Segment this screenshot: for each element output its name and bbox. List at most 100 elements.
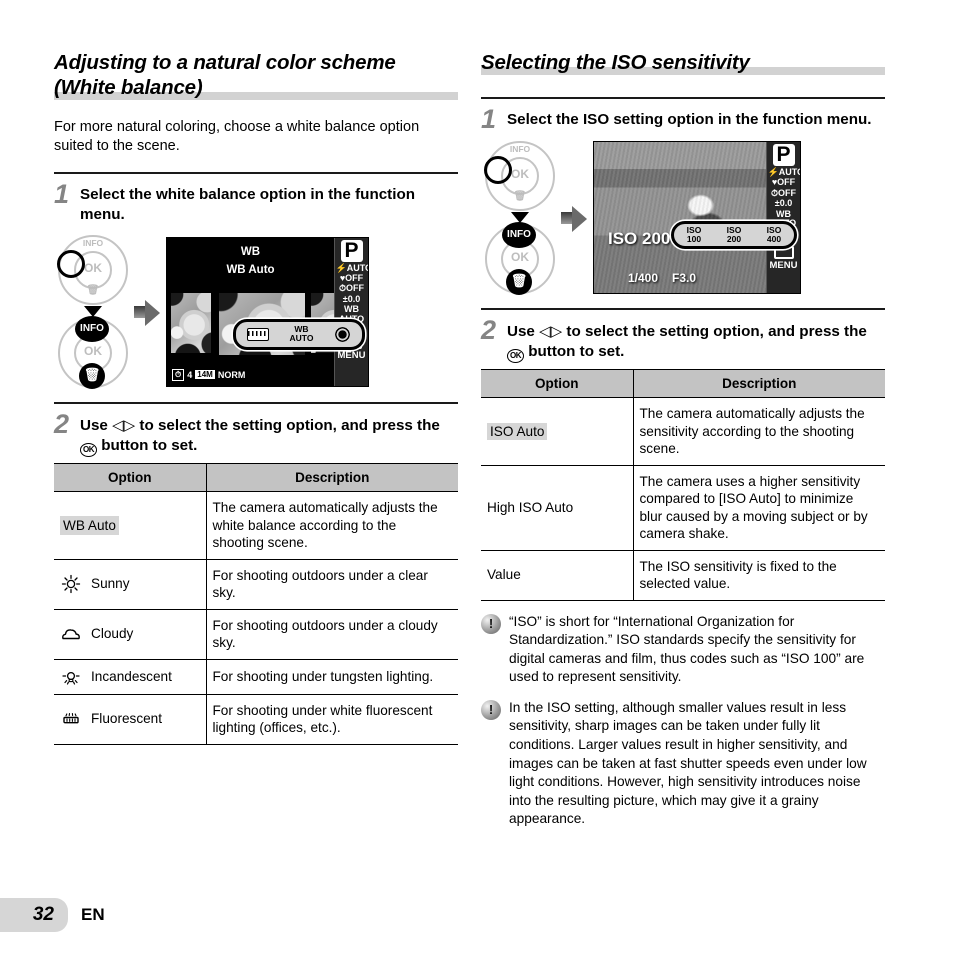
left-step1-text: Select the white balance option in the f… <box>80 186 415 223</box>
left-step2-part2: to select the setting option, and press … <box>139 417 440 434</box>
table-row: Incandescent For shooting under tungsten… <box>54 659 458 695</box>
iso-option-200: ISO 200 <box>726 225 742 244</box>
dial-trash-icon: 🗑 <box>513 191 527 202</box>
iso-option-label: Value <box>487 567 521 583</box>
right-section-heading: Selecting the ISO sensitivity <box>481 50 885 75</box>
right-heading-text: Selecting the ISO sensitivity <box>481 51 750 74</box>
dial-ok-label: OK <box>84 344 102 358</box>
ok-button-icon: OK <box>507 349 524 363</box>
table-row: Cloudy For shooting outdoors under a clo… <box>54 609 458 660</box>
wb-frame-count: 4 <box>187 369 193 380</box>
iso-option-cell: ISO Auto <box>481 397 634 466</box>
table-row: WB Auto The camera automatically adjusts… <box>54 491 458 560</box>
manual-page: Adjusting to a natural color scheme (Whi… <box>0 0 954 954</box>
wb-description-cell: For shooting outdoors under a cloudy sky… <box>206 609 458 660</box>
page-footer: 32 EN <box>0 898 105 932</box>
left-right-arrow-icons: ◁▷ <box>539 322 563 340</box>
left-section-heading: Adjusting to a natural color scheme (Whi… <box>54 50 458 100</box>
wb-thumbnail-left <box>171 292 211 353</box>
right-illustration: INFO OK 🗑 OK INFO 🗑 ISO 200 1/400 F3.0 P… <box>481 141 885 295</box>
wb-mode-p: P <box>340 239 363 262</box>
note-2: ! In the ISO setting, although smaller v… <box>481 699 885 829</box>
iso-mode-p: P <box>772 144 795 166</box>
wb-screen-subtitle: WB Auto <box>226 263 275 276</box>
table-header-row: Option Description <box>481 369 885 398</box>
left-step2-part1: Use <box>80 417 108 434</box>
left-column: Adjusting to a natural color scheme (Whi… <box>54 50 458 745</box>
wb-menu-strip: P ⚡AUTO ♥OFF ⏱OFF ±0.0 WBAUTO AUTO MENU <box>334 237 369 386</box>
dial-left-highlight-icon <box>57 250 85 278</box>
dial-bottom: OK INFO 🗑 <box>485 222 555 295</box>
page-number: 32 <box>0 898 68 932</box>
wb-col-option: Option <box>54 463 207 492</box>
dial-top: INFO OK 🗑 <box>484 141 555 211</box>
wb-selection-label: WB AUTO <box>289 324 314 343</box>
wb-option-cell: Cloudy <box>54 609 207 660</box>
iso-option-400: ISO 400 <box>766 225 782 244</box>
page-language: EN <box>81 905 105 924</box>
iso-col-option: Option <box>481 369 634 398</box>
wb-custom-icon <box>246 327 269 341</box>
dial-left-highlight-icon <box>484 156 512 184</box>
dial-info-highlight-icon: INFO <box>75 316 109 342</box>
dial-info-label: INFO <box>509 144 531 154</box>
fluorescent-icon <box>60 709 82 729</box>
wb-option-label: Fluorescent <box>91 711 163 727</box>
white-balance-options-table: Option Description WB Auto The camera au… <box>54 463 458 745</box>
right-step2-text: Use ◁▷ to select the setting option, and… <box>507 318 885 363</box>
iso-camera-screen: ISO 200 1/400 F3.0 P ⚡AUTO ♥OFF ⏱OFF ±0.… <box>593 141 801 294</box>
left-step-1: 1 Select the white balance option in the… <box>54 174 458 225</box>
right-step1-number: 1 <box>481 104 497 134</box>
note-2-text: In the ISO setting, although smaller val… <box>509 699 867 827</box>
left-intro-paragraph: For more natural coloring, choose a whit… <box>54 119 420 154</box>
macro-off-icon: ♥OFF <box>771 177 796 188</box>
wb-option-cell: Fluorescent <box>54 694 207 745</box>
right-step1-text: Select the ISO setting option in the fun… <box>507 111 872 128</box>
left-illustration: INFO OK 🗑 OK INFO 🗑 WB WB Auto ⏱ 4 14M N… <box>54 235 458 389</box>
left-step-2: 2 Use ◁▷ to select the setting option, a… <box>54 404 458 457</box>
table-header-row: Option Description <box>54 463 458 492</box>
exposure-comp-value: ±0.0 <box>342 293 361 304</box>
sun-icon <box>60 574 82 594</box>
table-row: Value The ISO sensitivity is fixed to th… <box>481 550 885 601</box>
iso-menu-strip: P ⚡AUTO ♥OFF ⏱OFF ±0.0 WBAUTO MENU <box>766 142 800 293</box>
iso-option-label: High ISO Auto <box>487 499 574 515</box>
iso-selection-bar: ISO 100 ISO 200 ISO 400 <box>671 221 797 249</box>
note-1: ! “ISO” is short for “International Orga… <box>481 613 885 687</box>
dial-trash-highlight-icon: 🗑 <box>506 269 532 295</box>
wb-menu-label: MENU <box>337 349 366 361</box>
dial-info-highlight-icon: INFO <box>502 222 536 248</box>
right-dial-group: INFO OK 🗑 OK INFO 🗑 <box>481 141 559 295</box>
dial-bottom: OK INFO 🗑 <box>58 316 128 389</box>
left-step2-text: Use ◁▷ to select the setting option, and… <box>80 412 458 457</box>
macro-off-icon: ♥OFF <box>339 272 364 283</box>
left-heading-text: Adjusting to a natural color scheme (Whi… <box>54 51 396 99</box>
note-1-text: “ISO” is short for “International Organi… <box>509 613 865 685</box>
ok-button-icon: OK <box>80 443 97 457</box>
left-step1-number: 1 <box>54 179 70 209</box>
table-row: ISO Auto The camera automatically adjust… <box>481 397 885 466</box>
left-right-arrow-icons: ◁▷ <box>112 416 136 434</box>
wb-description-cell: For shooting under white fluorescent lig… <box>206 694 458 745</box>
table-row: High ISO Auto The camera uses a higher s… <box>481 465 885 551</box>
right-step2-part1: Use <box>507 323 535 340</box>
wb-option-label: Cloudy <box>91 626 134 642</box>
dial-ok-label: OK <box>511 250 529 264</box>
sun-icon <box>334 325 352 343</box>
iso-menu-label: MENU <box>769 259 798 271</box>
iso-description-cell: The ISO sensitivity is fixed to the sele… <box>633 550 885 601</box>
exclamation-icon: ! <box>481 699 501 720</box>
table-row: Fluorescent For shooting under white flu… <box>54 694 458 745</box>
right-step-1: 1 Select the ISO setting option in the f… <box>481 99 885 134</box>
exposure-comp-value: ±0.0 <box>774 198 793 209</box>
wb-camera-screen: WB WB Auto ⏱ 4 14M NORM P ⚡AUTO ♥OFF ⏱OF… <box>166 236 369 387</box>
flash-auto-icon: ⚡AUTO <box>335 262 369 273</box>
right-step2-part2: to select the setting option, and press … <box>566 323 867 340</box>
bulb-icon <box>60 667 82 687</box>
wb-option-label: Sunny <box>91 576 130 592</box>
wb-option-label: WB Auto <box>60 515 119 535</box>
dial-trash-highlight-icon: 🗑 <box>79 363 105 389</box>
right-step2-number: 2 <box>481 315 497 345</box>
flow-arrow-icon <box>561 205 587 232</box>
iso-option-100: ISO 100 <box>686 225 702 244</box>
